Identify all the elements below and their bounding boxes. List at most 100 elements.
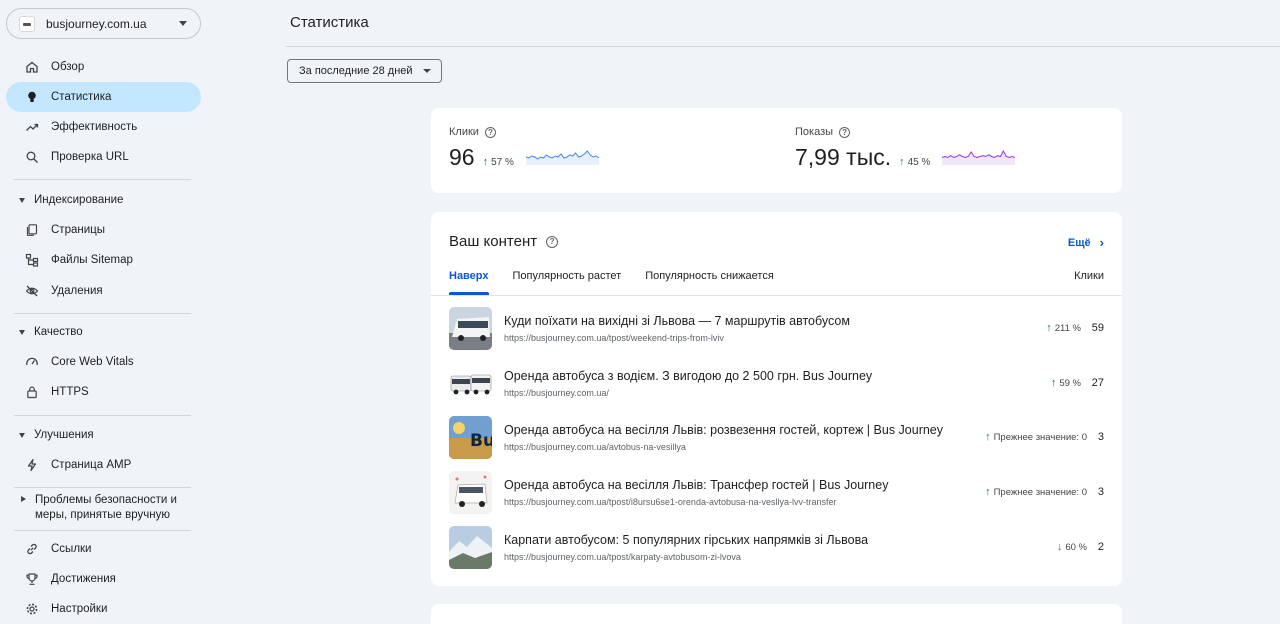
row-clicks: 2 (1097, 541, 1104, 553)
nav-links[interactable]: Ссылки (6, 534, 201, 564)
chevron-down-icon (179, 21, 187, 26)
help-icon[interactable]: ? (484, 126, 496, 138)
tab-top[interactable]: Наверх (449, 270, 489, 295)
content-row[interactable]: Bu Оренда автобуса на весілля Львів: роз… (449, 415, 1104, 459)
collapse-arrow-icon (19, 330, 25, 335)
content-row[interactable]: Оренда автобуса з водієм. З вигодою до 2… (449, 361, 1104, 405)
content-title-text: Ваш контент (449, 233, 538, 250)
impressions-label-row: Показы ? (795, 126, 1015, 138)
search-icon (25, 150, 39, 164)
row-title: Оренда автобуса на весілля Львів: розвез… (504, 422, 944, 437)
clicks-delta-value: 57 % (491, 156, 514, 168)
collapse-arrow-icon (19, 433, 25, 438)
property-name: busjourney.com.ua (46, 16, 147, 31)
nav-sitemaps[interactable]: Файлы Sitemap (6, 245, 201, 275)
thumbnail-image (449, 470, 492, 514)
pages-icon (25, 223, 39, 237)
sidebar-divider (14, 487, 191, 488)
nav-https[interactable]: HTTPS (6, 377, 201, 407)
row-change-value: Прежнее значение: 0 (993, 486, 1087, 498)
section-security[interactable]: Проблемы безопасности и меры, принятые в… (6, 493, 201, 523)
gear-icon (25, 602, 39, 616)
nav-insights[interactable]: Статистика (6, 82, 201, 112)
section-security-label: Проблемы безопасности и меры, принятые в… (35, 493, 177, 523)
row-url: https://busjourney.com.ua/tpost/karpaty-… (504, 551, 741, 562)
more-link[interactable]: Ещё › (1068, 235, 1104, 250)
impressions-metric[interactable]: Показы ? 7,99 тыс. ↑ 45 % (795, 126, 1016, 171)
clicks-sparkline (525, 150, 599, 165)
thumbnail-image: Bu (449, 415, 492, 459)
trophy-icon (25, 572, 39, 586)
property-selector[interactable]: busjourney.com.ua (6, 8, 201, 39)
tab-trending-down[interactable]: Популярность снижается (645, 270, 774, 295)
nav-links-label: Ссылки (51, 543, 92, 555)
help-icon[interactable]: ? (839, 126, 851, 138)
tab-trending-up[interactable]: Популярность растет (513, 270, 622, 295)
tabs-divider (431, 295, 1122, 296)
row-url: https://busjourney.com.ua/tpost/i8ursu6s… (504, 496, 837, 507)
collapse-arrow-icon (19, 198, 25, 203)
row-title: Карпати автобусом: 5 популярних гірських… (504, 532, 869, 547)
nav-url-inspection[interactable]: Проверка URL (6, 142, 201, 172)
nav-url-inspection-label: Проверка URL (51, 151, 129, 163)
arrow-up-icon: ↑ (1046, 322, 1052, 334)
nav-core-web-vitals[interactable]: Core Web Vitals (6, 347, 201, 377)
nav-achievements[interactable]: Достижения (6, 564, 201, 594)
help-icon[interactable]: ? (546, 235, 559, 248)
trending-up-icon (25, 120, 39, 134)
arrow-up-icon: ↑ (985, 431, 991, 443)
row-clicks: 59 (1091, 322, 1104, 334)
impressions-delta-value: 45 % (907, 156, 931, 168)
sidebar-divider (14, 415, 191, 416)
content-row[interactable]: Оренда автобуса на весілля Львів: Трансф… (449, 470, 1104, 514)
thumbnail-image (449, 306, 492, 350)
nav-amp-label: Страница AMP (51, 459, 132, 471)
row-texts: Оренда автобуса з водієм. З вигодою до 2… (504, 369, 1051, 398)
arrow-up-icon: ↑ (985, 486, 991, 498)
row-change-value: 59 % (1059, 377, 1081, 389)
row-title: Куди поїхати на вихідні зі Львова — 7 ма… (504, 313, 850, 328)
impressions-value: 7,99 тыс. (795, 144, 892, 170)
content-title: Ваш контент ? (449, 233, 559, 250)
clicks-metric[interactable]: Клики ? 96 ↑ 57 % (449, 126, 599, 171)
row-clicks: 3 (1097, 431, 1104, 443)
sidebar-divider (14, 530, 191, 531)
sitemap-icon (25, 253, 39, 267)
nav-amp[interactable]: Страница AMP (6, 450, 201, 480)
sidebar: busjourney.com.ua Обзор Статистика Эффек… (0, 0, 207, 624)
row-texts: Оренда автобуса на весілля Львів: розвез… (504, 423, 985, 452)
row-texts: Карпати автобусом: 5 популярних гірських… (504, 533, 1057, 562)
section-security-label-line1: Проблемы безопасности и (35, 494, 177, 506)
nav-sitemaps-label: Файлы Sitemap (51, 254, 133, 266)
nav-removals[interactable]: Удаления (6, 276, 201, 306)
date-range-filter[interactable]: За последние 28 дней (287, 59, 442, 83)
row-change: ↑ 211 % (1046, 322, 1081, 334)
clicks-delta: ↑ 57 % (483, 156, 514, 168)
nav-performance[interactable]: Эффективность (6, 112, 201, 142)
arrow-up-icon: ↑ (899, 156, 905, 168)
nav-overview[interactable]: Обзор (6, 52, 201, 82)
amp-bolt-icon (25, 458, 39, 472)
section-enhancements[interactable]: Улучшения (6, 429, 201, 441)
clicks-label-row: Клики ? (449, 126, 599, 138)
nav-settings[interactable]: Настройки (6, 594, 201, 624)
content-row[interactable]: Куди поїхати на вихідні зі Львова — 7 ма… (449, 306, 1104, 350)
row-texts: Куди поїхати на вихідні зі Львова — 7 ма… (504, 314, 1046, 343)
chevron-down-icon (422, 69, 431, 73)
section-security-label-line2: меры, принятые вручную (35, 509, 170, 521)
nav-removals-label: Удаления (51, 285, 103, 297)
row-title: Оренда автобуса на весілля Львів: Трансф… (504, 477, 889, 492)
nav-pages[interactable]: Страницы (6, 215, 201, 245)
section-enhancements-label: Улучшения (34, 429, 94, 441)
nav-overview-label: Обзор (51, 61, 85, 73)
nav-performance-label: Эффективность (51, 121, 138, 133)
row-url: https://busjourney.com.ua/tpost/weekend-… (504, 332, 724, 343)
section-indexing[interactable]: Индексирование (6, 194, 201, 206)
speed-icon (25, 355, 39, 369)
content-row[interactable]: Карпати автобусом: 5 популярних гірських… (449, 525, 1104, 569)
row-change: ↑ 59 % (1051, 377, 1081, 389)
sidebar-divider (14, 179, 191, 180)
section-experience[interactable]: Качество (6, 326, 201, 338)
impressions-delta: ↑ 45 % (899, 156, 930, 168)
thumbnail-image (449, 361, 492, 405)
